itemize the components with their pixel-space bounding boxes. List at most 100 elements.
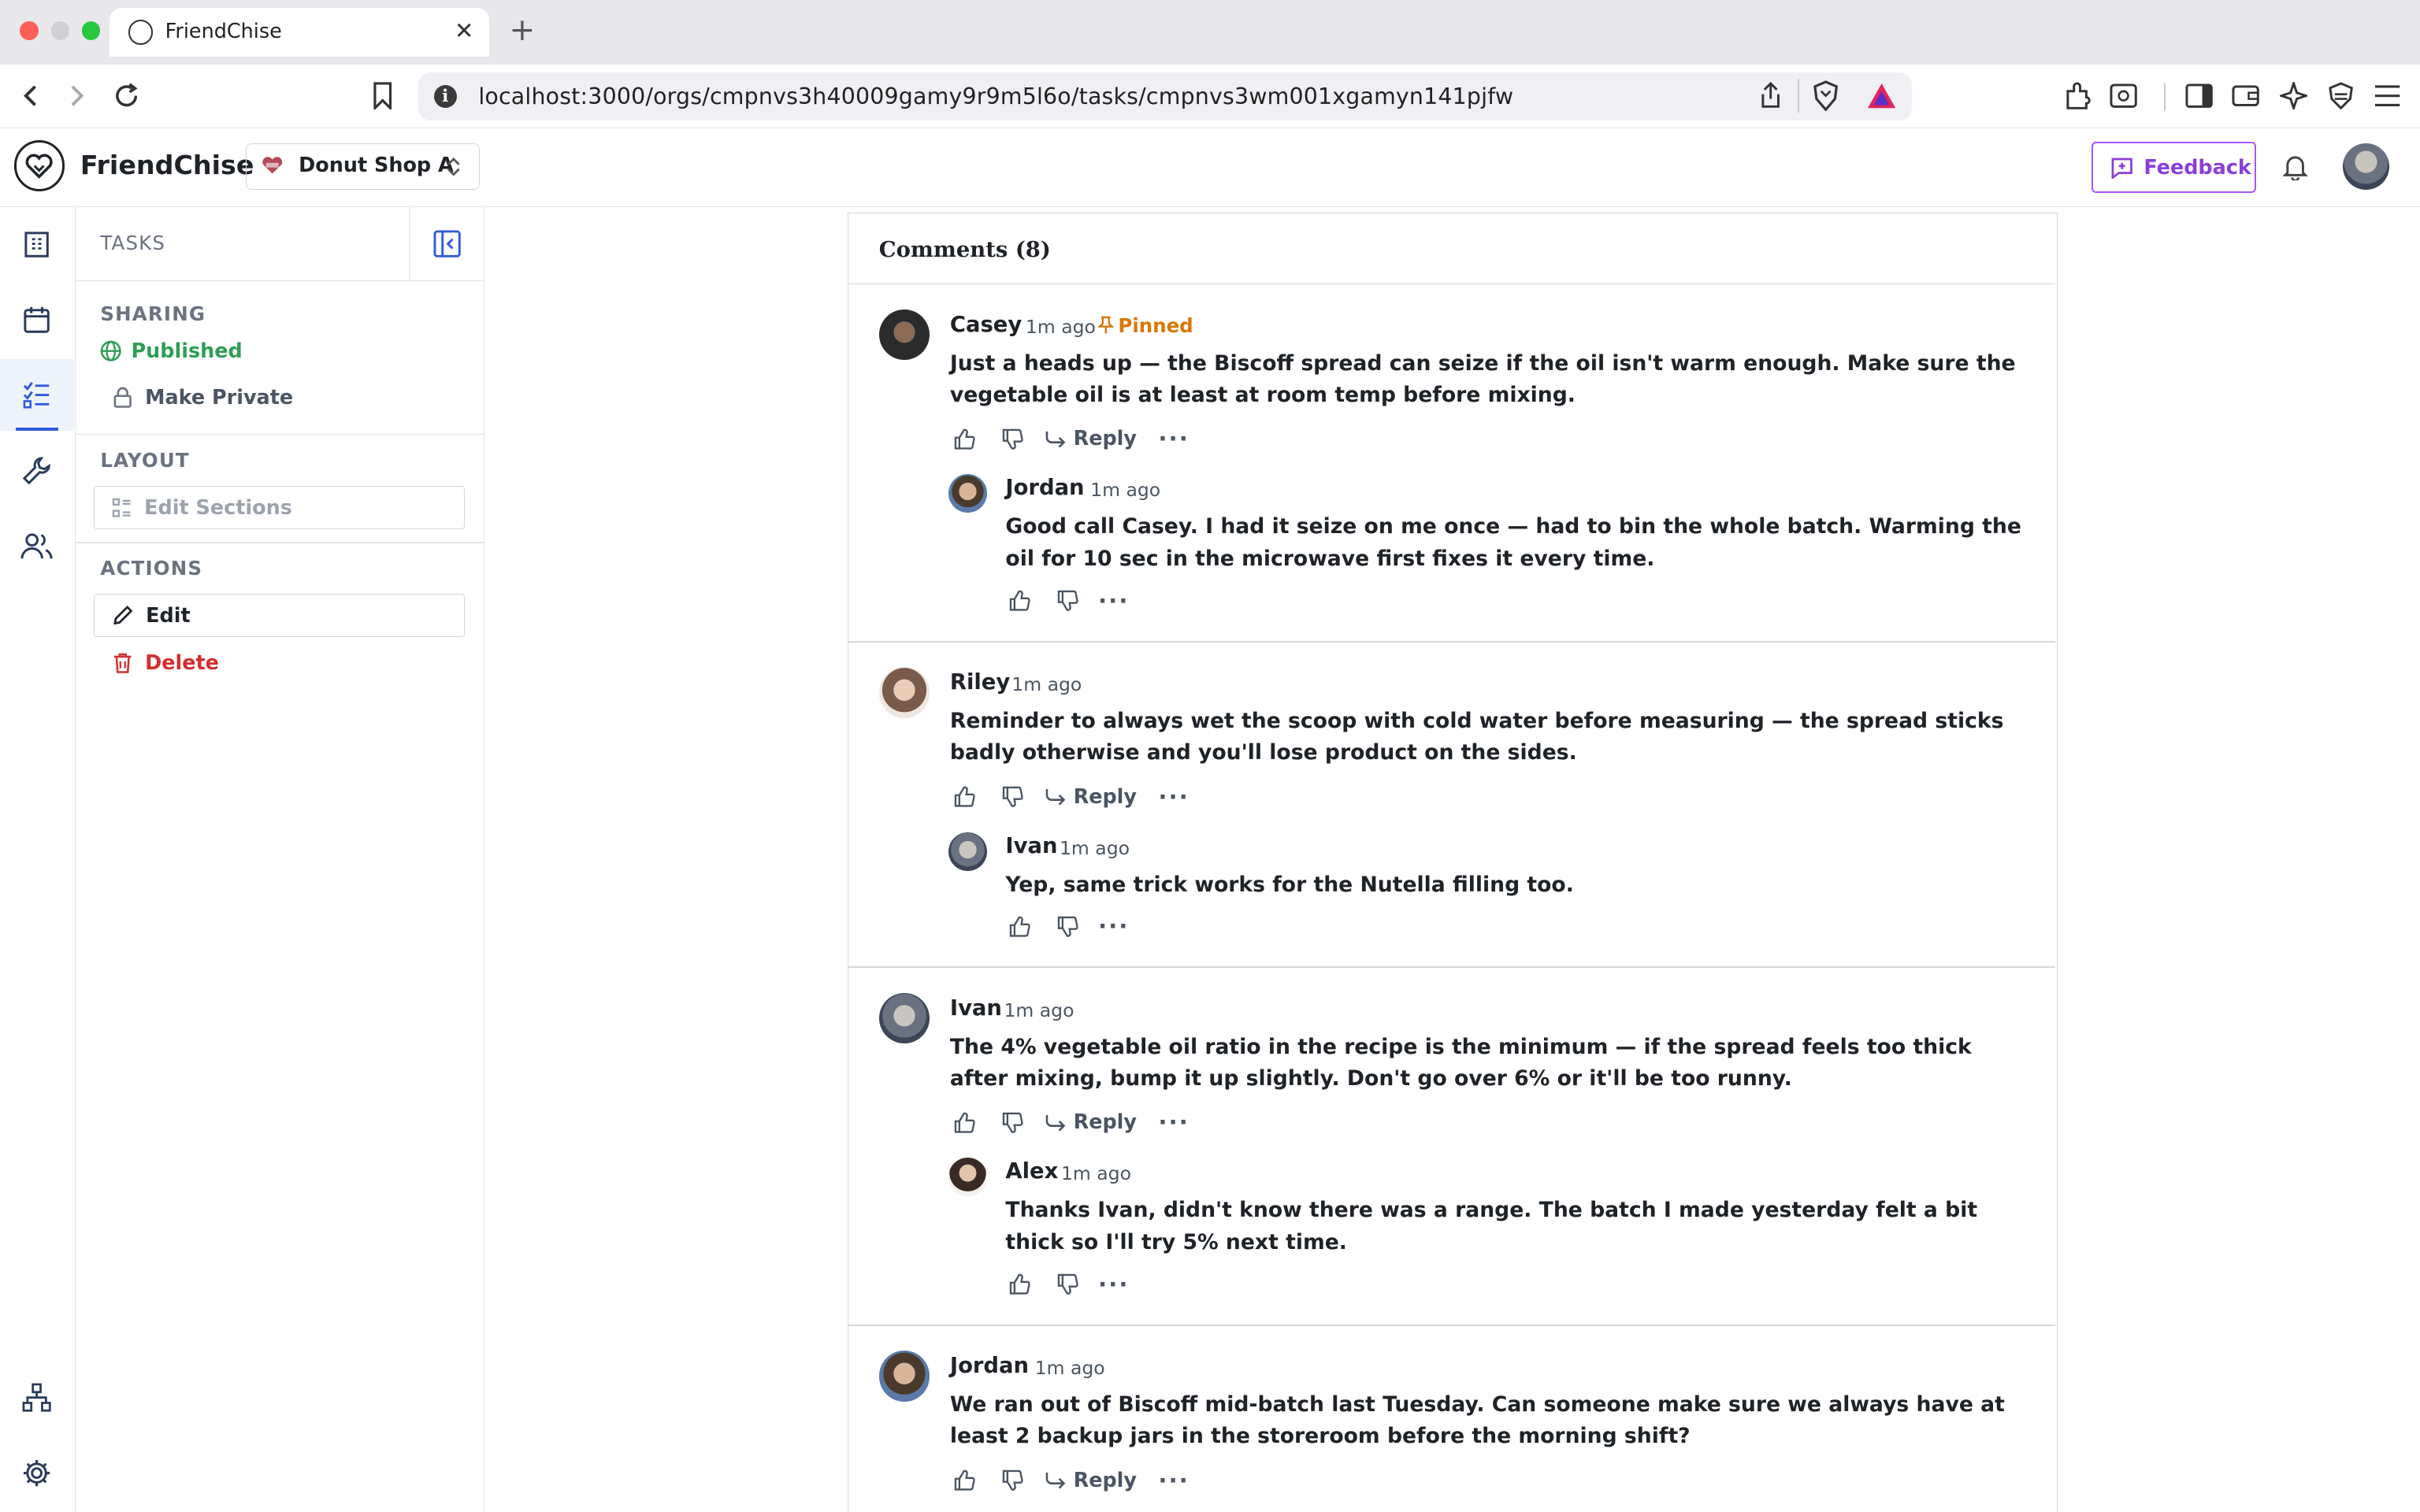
edit-button[interactable]: Edit [94,594,465,638]
maximize-window-button[interactable] [81,21,101,40]
avatar [878,1351,930,1402]
thumbs-down-icon[interactable] [1044,586,1092,617]
thumbs-up-icon[interactable] [941,1107,989,1138]
vpn-icon[interactable] [2325,80,2356,111]
comment-author: Riley [949,670,1011,695]
thumbs-up-icon[interactable] [941,1465,989,1495]
delete-button[interactable]: Delete [113,651,219,675]
url-divider [1798,78,1800,113]
reply-label: Reply [1073,1110,1137,1135]
thumbs-down-icon[interactable] [989,1465,1037,1495]
minimize-window-button[interactable] [50,21,70,40]
new-tab-button[interactable]: + [510,13,536,48]
collapse-panel-button[interactable] [409,206,484,281]
browser-tab[interactable]: FriendChise ✕ [109,7,490,57]
more-options-icon[interactable]: ··· [1158,784,1189,810]
thread-divider [848,1324,2055,1326]
comment-actions: Reply ··· [941,424,1190,454]
comments-card: Comments (8) Casey 1m ago Pinned Just a … [847,213,2058,1512]
globe-icon [101,340,122,362]
sidebar-toggle-icon[interactable] [2184,80,2214,111]
feedback-button[interactable]: Feedback [2091,142,2257,193]
thumbs-down-icon[interactable] [989,424,1037,454]
make-private-label: Make Private [145,385,294,410]
forward-icon[interactable] [61,80,92,111]
edit-label: Edit [146,603,191,628]
edit-sections-button[interactable]: Edit Sections [94,486,465,529]
org-selector[interactable]: Donut Shop A [245,143,481,190]
comment-actions: Reply ··· [941,781,1190,812]
reader-icon[interactable] [2108,80,2139,111]
message-plus-icon [2111,158,2133,180]
rail-item-settings[interactable] [0,1438,74,1509]
comment-body: Thanks Ivan, didn't know there was a ran… [1005,1198,1978,1254]
rail-item-calendar[interactable] [0,284,74,354]
reply-button[interactable]: Reply [1045,1469,1137,1492]
thumbs-up-icon[interactable] [941,424,989,454]
comment-time: 1m ago [1011,673,1082,696]
comments-title: Comments (8) [878,236,1051,262]
comment-time: 1m ago [1059,836,1130,859]
back-icon[interactable] [16,80,46,111]
rail-item-locations[interactable] [0,208,74,279]
brand-logo-icon[interactable] [13,140,65,191]
thumbs-down-icon[interactable] [1044,1269,1092,1299]
thumbs-down-icon[interactable] [989,781,1037,812]
rail-item-org-chart[interactable] [0,1362,74,1433]
org-name: Donut Shop A [299,153,454,177]
thumbs-up-icon[interactable] [941,781,989,812]
comment-author: Ivan [1005,833,1058,858]
sitemap-icon [22,1383,52,1413]
rail-item-tools[interactable] [0,435,74,506]
pinned-label: Pinned [1118,313,1193,337]
pencil-icon [113,605,133,625]
make-private-button[interactable]: Make Private [113,386,293,410]
actions-section-label: ACTIONS [100,557,203,580]
brave-shield-icon[interactable] [1812,80,1839,112]
reply-button[interactable]: Reply [1045,427,1137,450]
panel-collapse-icon [433,230,461,258]
layout-section-label: LAYOUT [100,449,190,472]
reply-button[interactable]: Reply [1045,1110,1137,1134]
thumbs-up-icon[interactable] [997,586,1045,617]
menu-icon[interactable] [2372,80,2403,111]
thumbs-down-icon[interactable] [989,1107,1037,1138]
comment-author: Jordan [1005,476,1085,501]
more-options-icon[interactable]: ··· [1158,425,1189,452]
delete-label: Delete [145,650,219,675]
reload-icon[interactable] [111,80,142,111]
users-icon [20,533,54,559]
more-options-icon[interactable]: ··· [1098,1271,1129,1298]
avatar [948,474,987,513]
avatar [878,667,930,718]
thumbs-up-icon[interactable] [997,1269,1045,1299]
tab-title: FriendChise [165,20,282,44]
share-icon[interactable] [1758,81,1783,109]
reply-button[interactable]: Reply [1045,785,1137,809]
reply-arrow-icon [1046,1114,1066,1131]
thumbs-down-icon[interactable] [1044,911,1092,942]
url-text[interactable]: localhost:3000/orgs/cmpnvs3h40009gamy9r9… [478,83,1513,109]
reply-arrow-icon [1046,789,1066,806]
close-window-button[interactable] [20,21,39,40]
more-options-icon[interactable]: ··· [1098,587,1129,614]
feedback-label: Feedback [2143,155,2251,180]
rail-item-team[interactable] [0,510,74,581]
more-options-icon[interactable]: ··· [1158,1467,1189,1494]
site-info-icon[interactable]: i [433,84,457,109]
tab-close-icon[interactable]: ✕ [455,17,474,44]
address-bar[interactable]: i localhost:3000/orgs/cmpnvs3h40009gamy9… [418,72,1913,120]
extensions-icon[interactable] [2062,80,2092,111]
rail-item-tasks[interactable] [0,359,75,431]
more-options-icon[interactable]: ··· [1098,913,1129,939]
thumbs-up-icon[interactable] [997,911,1045,942]
avatar [878,309,930,361]
comment-time: 1m ago [1034,1357,1105,1380]
wallet-icon[interactable] [2230,80,2261,111]
more-options-icon[interactable]: ··· [1158,1109,1189,1136]
bookmark-icon[interactable] [367,80,398,111]
user-avatar[interactable] [2343,143,2389,190]
bell-icon[interactable] [2281,153,2309,181]
brave-rewards-icon[interactable] [1866,82,1897,109]
leo-ai-icon[interactable] [2278,80,2309,111]
